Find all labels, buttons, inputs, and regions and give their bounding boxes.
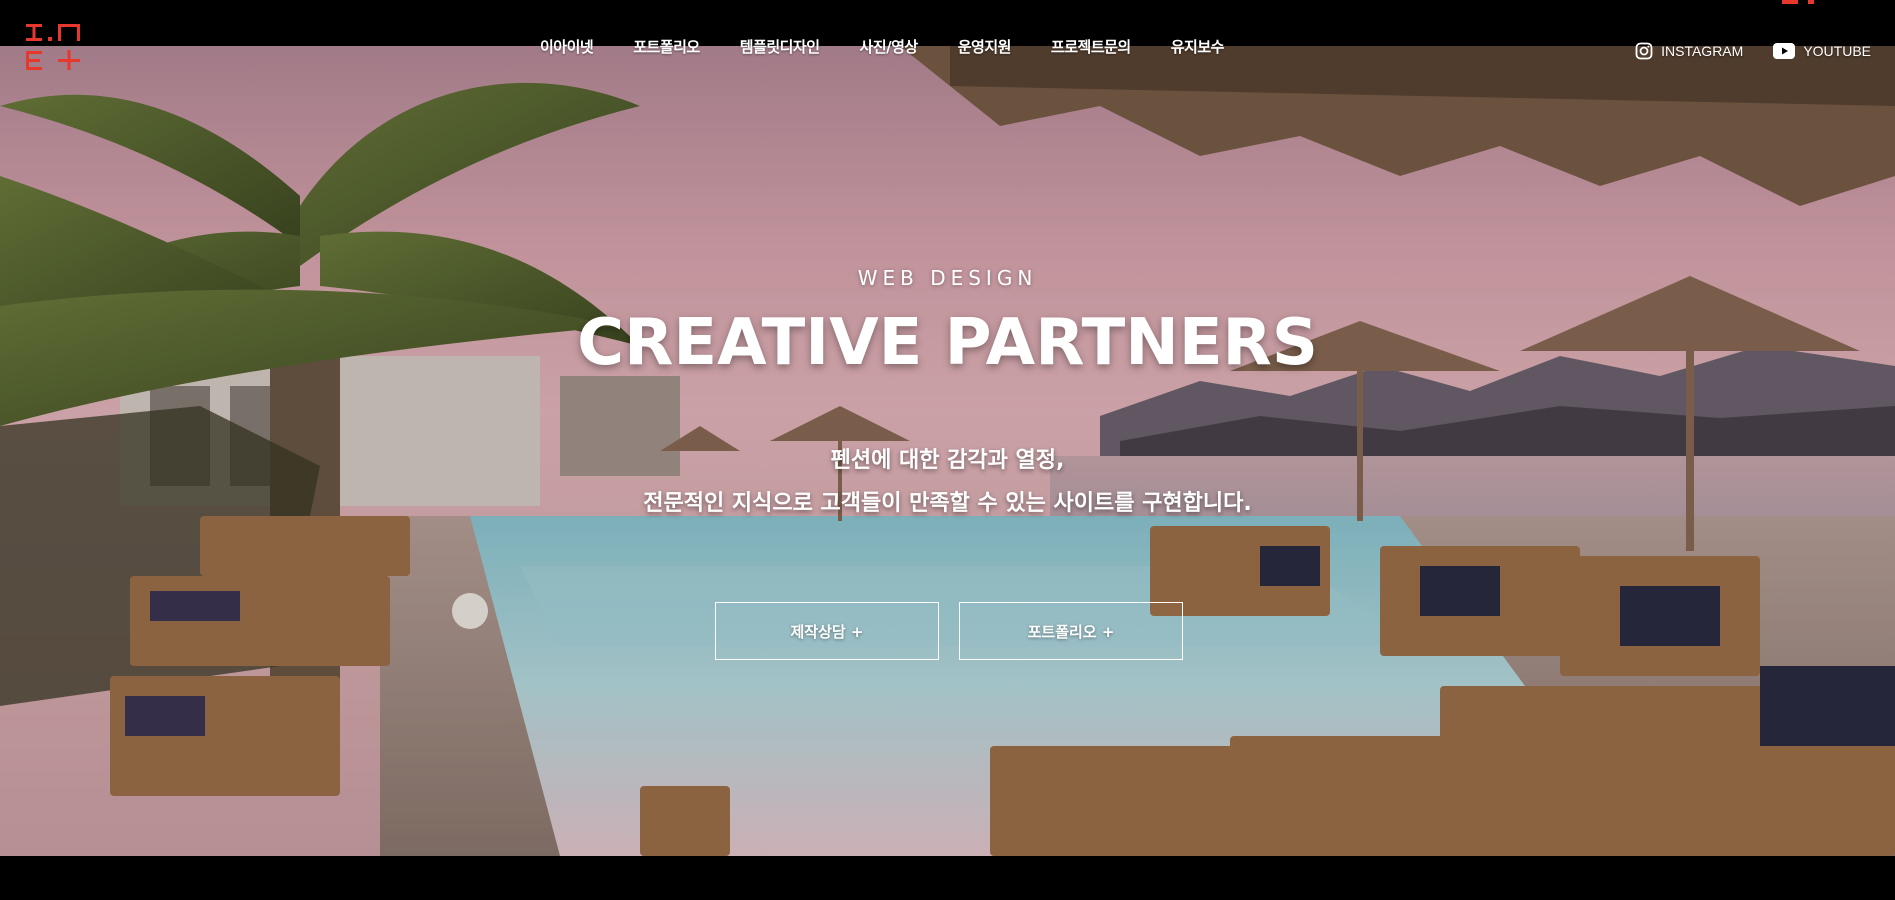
hero-headline: CREATIVE PARTNERS bbox=[577, 306, 1318, 380]
nav-item-template-design[interactable]: 템플릿디자인 bbox=[740, 36, 820, 57]
nav-item-photo-video[interactable]: 사진/영상 bbox=[860, 36, 919, 57]
instagram-label: INSTAGRAM bbox=[1661, 43, 1744, 59]
main-nav: 이아이넷 포트폴리오 템플릿디자인 사진/영상 운영지원 프로젝트문의 유지보수 bbox=[540, 36, 1224, 57]
hero-subtitle-line2: 전문적인 지식으로 고객들이 만족할 수 있는 사이트를 구현합니다. bbox=[643, 491, 1252, 516]
bottom-bar bbox=[0, 856, 1895, 900]
nav-item-maintenance[interactable]: 유지보수 bbox=[1171, 36, 1225, 57]
youtube-icon bbox=[1773, 43, 1796, 59]
consult-button[interactable]: 제작상담 + bbox=[715, 602, 939, 660]
social-links: INSTAGRAM YOUTUBE bbox=[1635, 42, 1871, 60]
youtube-label: YOUTUBE bbox=[1803, 43, 1871, 59]
hero-subtitle-line1: 펜션에 대한 감각과 열정, bbox=[830, 448, 1065, 473]
hero-eyebrow: WEB DESIGN bbox=[857, 266, 1038, 290]
instagram-icon bbox=[1635, 42, 1653, 60]
nav-item-project-inquiry[interactable]: 프로젝트문의 bbox=[1051, 36, 1131, 57]
top-accent-mark bbox=[1782, 0, 1814, 4]
nav-item-portfolio[interactable]: 포트폴리오 bbox=[633, 36, 700, 57]
ine-logo-icon bbox=[26, 24, 80, 70]
logo[interactable] bbox=[26, 22, 82, 72]
youtube-link[interactable]: YOUTUBE bbox=[1773, 43, 1871, 59]
instagram-link[interactable]: INSTAGRAM bbox=[1635, 42, 1743, 60]
nav-item-operation-support[interactable]: 운영지원 bbox=[958, 36, 1012, 57]
page: 이아이넷 포트폴리오 템플릿디자인 사진/영상 운영지원 프로젝트문의 유지보수… bbox=[0, 0, 1895, 900]
portfolio-button[interactable]: 포트폴리오 + bbox=[959, 602, 1183, 660]
nav-item-about[interactable]: 이아이넷 bbox=[540, 36, 594, 57]
